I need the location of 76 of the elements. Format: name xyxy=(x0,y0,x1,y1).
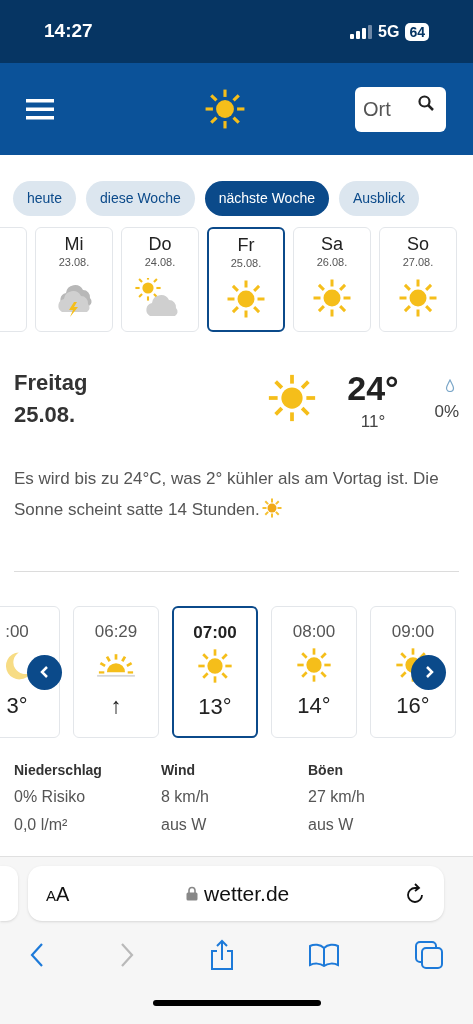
date-title: 25.08. xyxy=(14,401,77,429)
day-date: 24.08. xyxy=(144,255,176,270)
raindrop-icon xyxy=(445,379,455,392)
sun-icon xyxy=(226,279,266,319)
tab[interactable]: heute xyxy=(13,181,77,216)
sun-icon xyxy=(312,278,352,318)
stat-label: Wind xyxy=(161,760,197,780)
stat-value: 0% Risiko xyxy=(14,786,87,807)
stat-value: 27 km/h xyxy=(308,786,366,807)
day-card[interactable]: Fr 25.08. xyxy=(207,227,285,332)
chevron-left-icon xyxy=(39,665,50,679)
share-icon[interactable] xyxy=(208,939,235,971)
hour-card[interactable]: 08:00 14° xyxy=(271,605,357,738)
precipitation-chance: 0% xyxy=(434,401,459,423)
text-size-button[interactable]: AA xyxy=(46,878,70,909)
low-temperature: 11° xyxy=(360,411,386,433)
reload-icon[interactable] xyxy=(406,882,426,905)
hour-time: 06:29 xyxy=(94,620,138,643)
day-name: Fr xyxy=(237,234,255,256)
back-icon[interactable] xyxy=(29,942,45,968)
day-card[interactable]: So 27.08. xyxy=(379,227,457,332)
hour-temperature: ↑ xyxy=(110,691,122,720)
address-bar[interactable]: AA wetter.de xyxy=(28,866,444,921)
search-field[interactable]: Ort xyxy=(355,86,446,132)
day-card[interactable]: Sa 26.08. xyxy=(293,227,371,332)
hour-time: :00 xyxy=(5,620,29,643)
tab[interactable]: Ausblick xyxy=(339,181,420,216)
hour-temperature: 3° xyxy=(6,691,28,720)
sun-icon xyxy=(398,278,438,318)
previous-button[interactable] xyxy=(27,654,62,690)
hour-time: 09:00 xyxy=(391,620,435,643)
next-button[interactable] xyxy=(411,654,446,690)
sun-icon xyxy=(197,647,233,684)
day-date: 25.08. xyxy=(230,256,262,271)
hour-card[interactable]: 07:00 13° xyxy=(172,605,258,738)
hour-temperature: 13° xyxy=(198,692,232,721)
sun-icon xyxy=(261,497,282,518)
hour-time: 07:00 xyxy=(193,621,237,644)
book-icon[interactable] xyxy=(308,943,341,967)
day-name: Do xyxy=(148,233,172,255)
battery-indicator: 64 xyxy=(405,22,429,41)
sun-icon xyxy=(296,646,332,683)
chevron-right-icon xyxy=(423,665,434,679)
day-name: Sa xyxy=(321,233,343,255)
signal-icon xyxy=(350,24,373,39)
hour-time: 08:00 xyxy=(292,620,336,643)
menu-icon[interactable] xyxy=(26,97,54,121)
tab[interactable]: diese Woche xyxy=(86,181,195,216)
stat-value: aus W xyxy=(308,814,355,835)
stat-value: 8 km/h xyxy=(161,786,210,807)
day-date: 26.08. xyxy=(316,255,348,270)
day-card[interactable]: Mi 23.08. xyxy=(35,227,113,332)
stat-value: aus W xyxy=(161,814,208,835)
stat-value: 0,0 l/m² xyxy=(14,814,69,835)
logo-icon xyxy=(203,88,246,130)
network-label: 5G xyxy=(378,21,400,42)
stat-label: Niederschlag xyxy=(14,760,103,780)
lock-icon xyxy=(186,886,199,901)
tabs-icon[interactable] xyxy=(414,940,444,970)
forecast-text: Es wird bis zu 24°C, was 2° kühler als am Vortag ist. Die Sonne scheint satte 14 Stunden. xyxy=(14,467,440,521)
high-temperature: 24° xyxy=(347,368,399,409)
day-name: So xyxy=(407,233,429,255)
stat-label: Böen xyxy=(308,760,344,780)
tab[interactable]: nächste Woche xyxy=(204,181,329,216)
day-title: Freitag xyxy=(14,369,89,397)
day-name: Mi xyxy=(64,233,84,255)
day-date: 27.08. xyxy=(402,255,434,270)
day-date: 23.08. xyxy=(58,255,90,270)
hour-card[interactable]: 06:29 ↑ xyxy=(73,605,159,738)
url-text: wetter.de xyxy=(204,880,290,907)
sun-icon xyxy=(267,373,317,423)
clock-time: 14:27 xyxy=(44,19,93,44)
hour-temperature: 16° xyxy=(396,691,430,720)
search-icon[interactable] xyxy=(418,94,434,111)
hour-temperature: 14° xyxy=(297,691,331,720)
day-card[interactable]: Do 24.08. xyxy=(121,227,199,332)
